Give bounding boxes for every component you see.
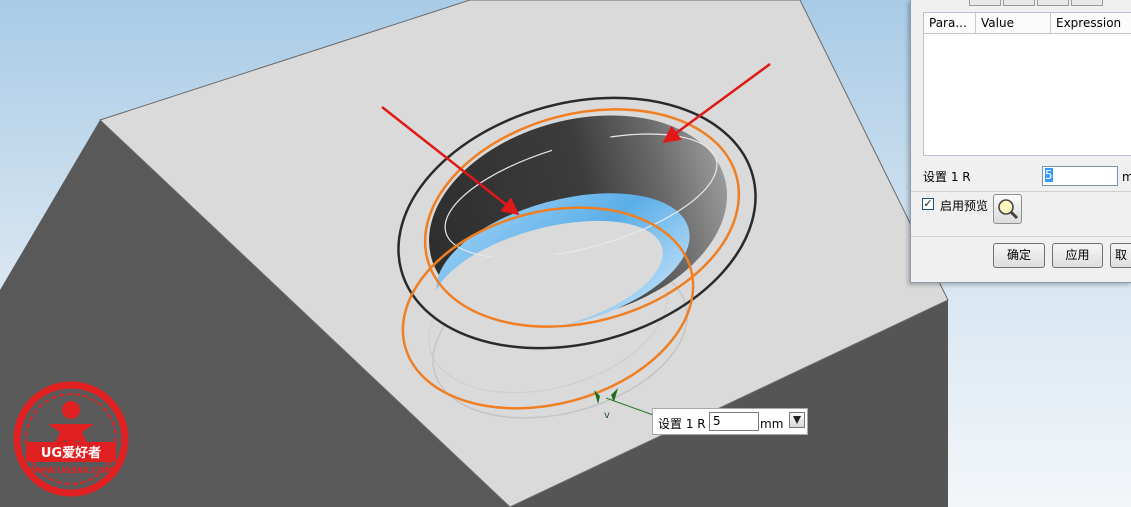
- enable-preview-checkbox[interactable]: ✓: [922, 198, 934, 210]
- onscreen-unit-label: mm: [760, 417, 784, 431]
- arrow-down-icon: [793, 416, 801, 424]
- apply-button[interactable]: 应用: [1052, 243, 1103, 268]
- handle-label: v: [604, 410, 610, 421]
- magnifier-icon: [998, 199, 1019, 220]
- toolbar-button[interactable]: [969, 0, 1001, 6]
- show-result-button[interactable]: [993, 194, 1022, 224]
- divider: [911, 236, 1131, 237]
- ok-button[interactable]: 确定: [993, 243, 1045, 268]
- radius-setting-label: 设置 1 R: [923, 170, 971, 184]
- logo-url: WWW.UGSNX.COM: [29, 466, 113, 475]
- enable-preview-label: 启用预览: [940, 199, 989, 213]
- toolbar-button[interactable]: [1037, 0, 1069, 6]
- column-header-expression[interactable]: Expression: [1051, 13, 1131, 34]
- ugsnx-logo: UG爱好者 WWW.UGSNX.COM: [13, 381, 129, 497]
- cancel-button[interactable]: 取: [1110, 243, 1131, 268]
- toolbar-button[interactable]: [1071, 0, 1103, 6]
- radius-value-text: 5: [1045, 168, 1053, 182]
- parameter-table[interactable]: Para... Value Expression: [923, 12, 1131, 156]
- onscreen-radius-label: 设置 1 R: [658, 417, 706, 431]
- logo-text: UG爱好者: [41, 445, 101, 461]
- radius-value-field[interactable]: 5: [1042, 166, 1118, 186]
- onscreen-radius-field[interactable]: 5: [709, 412, 759, 431]
- column-header-parameter[interactable]: Para...: [924, 13, 976, 34]
- edge-blend-dialog: Para... Value Expression 设置 1 R: [910, 0, 1131, 283]
- radius-unit-label: mm: [1122, 170, 1131, 184]
- onscreen-options-button[interactable]: [789, 412, 805, 428]
- column-header-value[interactable]: Value: [976, 13, 1051, 34]
- divider: [911, 191, 1131, 192]
- toolbar-button[interactable]: [1003, 0, 1035, 6]
- onscreen-radius-input: 设置 1 R 5 mm: [652, 408, 808, 435]
